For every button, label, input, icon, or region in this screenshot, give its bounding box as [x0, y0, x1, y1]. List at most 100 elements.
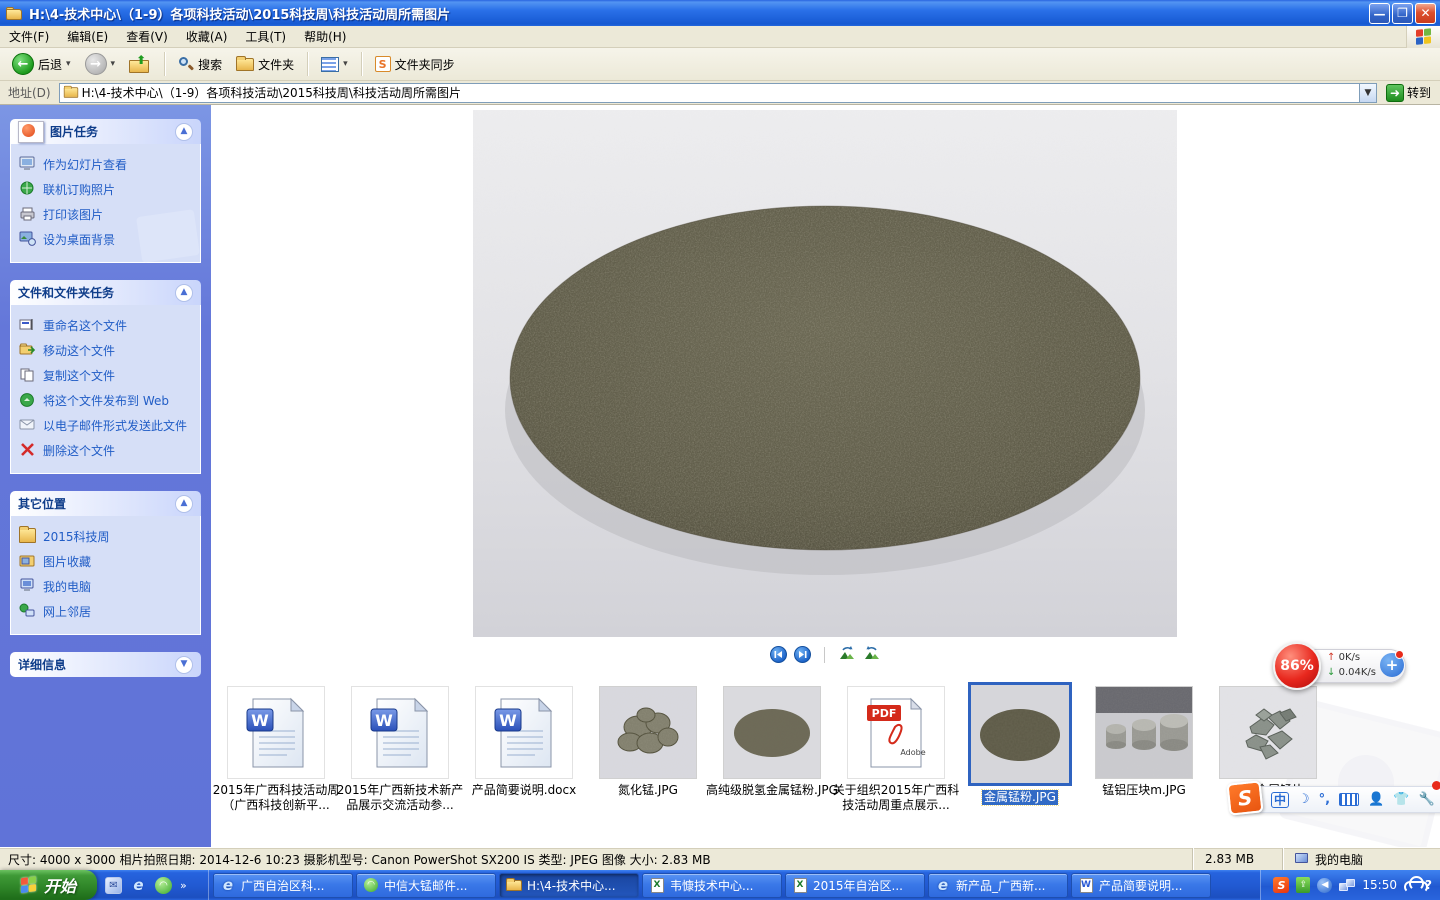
task-move-file[interactable]: 移动这个文件 — [19, 338, 194, 363]
expand-chevron-icon[interactable]: ▼ — [175, 656, 193, 674]
internet-explorer-icon: e — [935, 878, 951, 893]
progress-percent[interactable]: 86% — [1273, 642, 1321, 690]
network-icon — [19, 603, 36, 618]
title-bar[interactable]: H:\4-技术中心\（1-9）各项科技活动\2015科技周\科技活动周所需图片 … — [0, 0, 1440, 26]
windows-logo — [1406, 26, 1440, 48]
thumbnail-word-doc[interactable]: W 产品简要说明.docx — [475, 686, 573, 798]
views-dropdown-icon[interactable]: ▾ — [343, 59, 348, 69]
taskbar-button[interactable]: W 产品简要说明... — [1071, 873, 1211, 898]
ime-language-toggle[interactable]: 中 — [1271, 792, 1289, 808]
forward-button[interactable]: → ▾ — [79, 50, 122, 78]
menu-view[interactable]: 查看(V) — [117, 25, 177, 48]
address-label: 地址(D) — [4, 84, 55, 101]
slideshow-icon — [19, 156, 36, 171]
views-button[interactable]: ▾ — [315, 54, 354, 75]
folder-sync-button[interactable]: S 文件夹同步 — [369, 53, 461, 76]
menu-favorites[interactable]: 收藏(A) — [177, 25, 237, 48]
previous-image-button[interactable] — [770, 646, 787, 663]
restore-button[interactable]: ❐ — [1392, 3, 1413, 24]
back-button[interactable]: ← 后退 ▾ — [6, 50, 77, 78]
task-publish-to-web[interactable]: 将这个文件发布到 Web — [19, 388, 194, 413]
quicklaunch-app-icon[interactable]: ✉ — [105, 877, 122, 894]
pdf-document-icon: PDF Adobe — [865, 697, 927, 769]
collapse-chevron-icon[interactable]: ▲ — [175, 284, 193, 302]
taskbar-button[interactable]: X 2015年自治区... — [785, 873, 925, 898]
sogou-logo-icon[interactable]: S — [1226, 780, 1263, 815]
back-dropdown-icon[interactable]: ▾ — [66, 59, 71, 69]
place-label: 2015科技周 — [43, 528, 110, 545]
usb-device-icon[interactable]: ⇪ — [1296, 877, 1310, 893]
collapse-chevron-icon[interactable]: ▲ — [175, 495, 193, 513]
internet-explorer-icon[interactable]: e — [130, 877, 147, 894]
menu-help[interactable]: 帮助(H) — [295, 25, 355, 48]
tray-collapse-chevron[interactable]: ◀ — [1317, 878, 1332, 893]
collapse-chevron-icon[interactable]: ▲ — [175, 123, 193, 141]
rotate-counterclockwise-button[interactable] — [838, 645, 856, 664]
thumbnail-photo-selected[interactable]: 金属锰粉.JPG — [971, 682, 1069, 805]
address-input[interactable] — [82, 85, 1359, 101]
thumbnail-word-doc[interactable]: W 2015年广西新技术新产品展示交流活动参... — [351, 686, 449, 813]
thumbnail-photo-briquettes[interactable]: 锰铝压块m.JPG — [1095, 686, 1193, 798]
details-header[interactable]: 详细信息 ▼ — [10, 652, 201, 677]
picture-tasks-header[interactable]: 图片任务 ▲ — [10, 119, 201, 144]
task-delete-file[interactable]: 删除这个文件 — [19, 438, 194, 463]
task-set-as-background[interactable]: 设为桌面背景 — [19, 227, 194, 252]
thumbnail-photo-powder[interactable]: 高纯级脱氢金属锰粉.JPG — [723, 686, 821, 798]
task-rename-file[interactable]: 重命名这个文件 — [19, 313, 194, 338]
ime-tools-wrench-icon[interactable]: 🔧 — [1419, 793, 1435, 806]
preview-image[interactable] — [473, 110, 1177, 637]
quicklaunch-more-chevron[interactable]: » — [180, 879, 187, 892]
rotate-clockwise-button[interactable] — [863, 645, 881, 664]
taskbar-button[interactable]: e 新产品_广西新... — [928, 873, 1068, 898]
start-button[interactable]: 开始 — [0, 870, 97, 900]
download-speed-widget[interactable]: ↑ 0K/s ↓ 0.04K/s + 86% — [1273, 645, 1406, 687]
next-image-button[interactable] — [794, 646, 811, 663]
search-button[interactable]: 搜索 — [172, 53, 228, 76]
place-my-computer[interactable]: 我的电脑 — [19, 574, 194, 599]
go-button[interactable]: ➜ 转到 — [1381, 83, 1436, 103]
task-order-prints[interactable]: 联机订购照片 — [19, 177, 194, 202]
taskbar-button-active[interactable]: H:\4-技术中心... — [499, 873, 639, 898]
menu-tools[interactable]: 工具(T) — [236, 25, 295, 48]
ime-account-icon[interactable]: 👤 — [1368, 793, 1384, 806]
address-field[interactable]: ▼ — [59, 83, 1377, 103]
thumbnail-photo-lumps[interactable]: 氮化锰.JPG — [599, 686, 697, 798]
ime-fullhalf-moon-icon[interactable]: ☽ — [1298, 793, 1310, 806]
task-print-picture[interactable]: 打印该图片 — [19, 202, 194, 227]
place-my-pictures[interactable]: 图片收藏 — [19, 549, 194, 574]
menu-file[interactable]: 文件(F) — [0, 25, 58, 48]
minimize-button[interactable]: — — [1369, 3, 1390, 24]
sogou-ime-toolbar[interactable]: S 中 ☽ °, 👤 👕 🔧 — [1233, 786, 1440, 813]
place-2015-tech-week[interactable]: 2015科技周 — [19, 524, 194, 549]
sogou-tray-icon[interactable]: S — [1273, 877, 1289, 893]
svg-text:W: W — [499, 711, 517, 730]
thumbnail-pdf-doc[interactable]: PDF Adobe 关于组织2015年广西科技活动周重点展示... — [847, 686, 945, 813]
thumbnail-photo-flakes[interactable]: 电解金属锰片 — [1219, 686, 1317, 798]
file-tasks-header[interactable]: 文件和文件夹任务 ▲ — [10, 280, 201, 305]
taskbar-button[interactable]: X 韦慷技术中心... — [642, 873, 782, 898]
ime-punctuation-toggle[interactable]: °, — [1319, 793, 1330, 806]
address-dropdown-icon[interactable]: ▼ — [1359, 84, 1376, 102]
ime-skin-icon[interactable]: 👕 — [1393, 793, 1409, 806]
thumbnail-word-doc[interactable]: W 2015年广西科技活动周（广西科技创新平... — [227, 686, 325, 813]
browser-360-icon[interactable]: ◠ — [155, 877, 172, 894]
other-places-header[interactable]: 其它位置 ▲ — [10, 491, 201, 516]
forward-dropdown-icon[interactable]: ▾ — [111, 59, 116, 69]
ime-softkeyboard-icon[interactable] — [1339, 793, 1359, 806]
taskbar-button[interactable]: e 广西自治区科... — [213, 873, 353, 898]
taskbar-button[interactable]: ◠ 中信大锰邮件... — [356, 873, 496, 898]
task-email-file[interactable]: 以电子邮件形式发送此文件 — [19, 413, 194, 438]
task-label: 重命名这个文件 — [43, 317, 127, 334]
network-tray-icon[interactable] — [1339, 879, 1355, 892]
download-arrow-icon: ↓ — [1327, 667, 1335, 678]
weather-cloud-icon[interactable]: ? — [1404, 876, 1430, 894]
close-button[interactable]: ✕ — [1415, 3, 1436, 24]
previous-icon — [774, 650, 783, 659]
task-copy-file[interactable]: 复制这个文件 — [19, 363, 194, 388]
menu-edit[interactable]: 编辑(E) — [58, 25, 117, 48]
up-button[interactable]: ⬆ — [123, 52, 157, 76]
task-view-slideshow[interactable]: 作为幻灯片查看 — [19, 152, 194, 177]
clock[interactable]: 15:50 — [1362, 878, 1397, 892]
place-network[interactable]: 网上邻居 — [19, 599, 194, 624]
folders-button[interactable]: 文件夹 — [230, 53, 300, 76]
